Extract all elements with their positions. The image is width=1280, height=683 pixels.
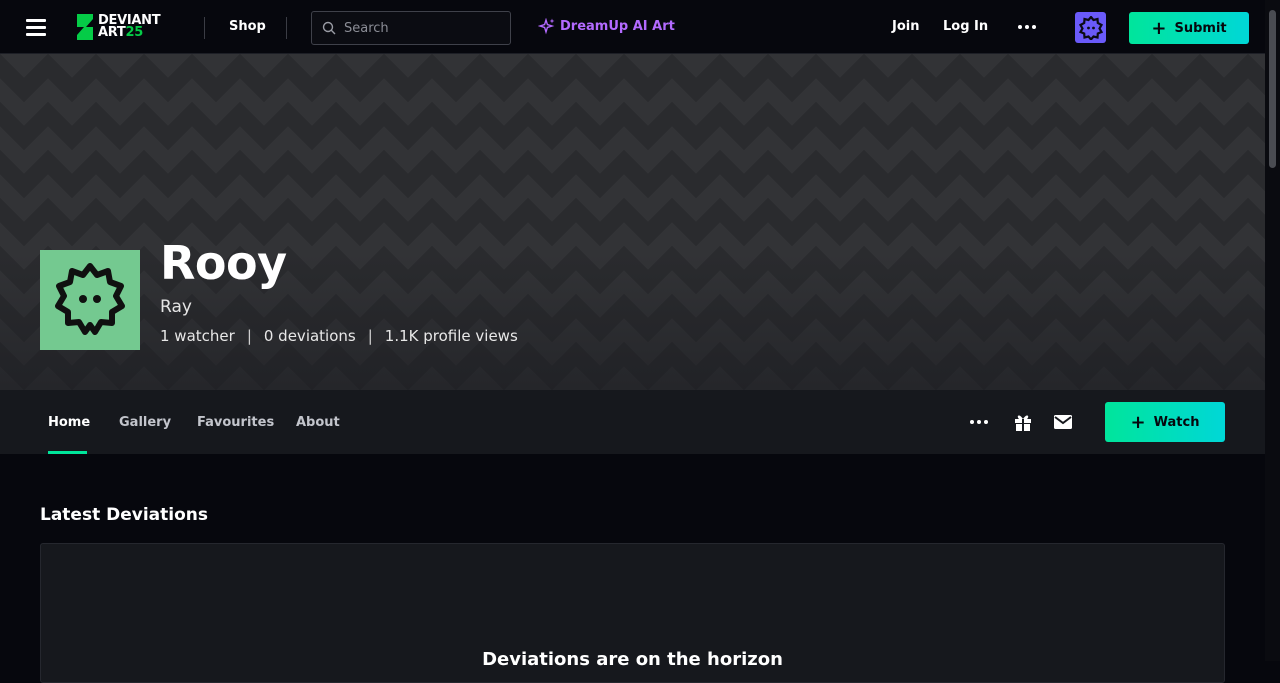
user-avatar[interactable] bbox=[1075, 12, 1106, 43]
logo-wordmark: DEVIANT ART25 bbox=[98, 13, 161, 40]
section-title: Latest Deviations bbox=[40, 505, 208, 525]
profile-view-count: 1.1K profile views bbox=[384, 327, 518, 345]
shop-link[interactable]: Shop bbox=[229, 19, 266, 34]
top-navigation-bar: DEVIANT ART25 Shop DreamUp AI Art Join L… bbox=[0, 0, 1265, 54]
submit-button[interactable]: + Submit bbox=[1129, 12, 1249, 44]
tab-about[interactable]: About bbox=[296, 415, 340, 430]
avatar-face-icon bbox=[55, 263, 125, 335]
submit-label: Submit bbox=[1174, 20, 1227, 36]
search-box[interactable] bbox=[311, 11, 511, 45]
profile-username: Rooy bbox=[160, 236, 287, 290]
more-options-icon[interactable] bbox=[970, 420, 988, 424]
watch-button[interactable]: + Watch bbox=[1105, 402, 1225, 442]
scrollbar-thumb[interactable] bbox=[1269, 10, 1276, 168]
profile-stats: 1 watcher | 0 deviations | 1.1K profile … bbox=[160, 327, 518, 345]
deviation-count: 0 deviations bbox=[263, 327, 356, 345]
mail-icon[interactable] bbox=[1052, 411, 1074, 433]
more-options-icon[interactable] bbox=[1018, 25, 1036, 29]
profile-banner: Rooy Ray 1 watcher | 0 deviations | 1.1K… bbox=[0, 54, 1265, 390]
divider bbox=[204, 17, 205, 39]
empty-state-message: Deviations are on the horizon bbox=[482, 649, 783, 670]
deviantart-logo[interactable]: DEVIANT ART25 bbox=[74, 12, 182, 42]
login-link[interactable]: Log In bbox=[943, 19, 988, 34]
avatar-face-icon bbox=[1078, 15, 1103, 40]
profile-display-name: Ray bbox=[160, 297, 192, 317]
stat-divider: | bbox=[246, 327, 252, 345]
deviantart-mark-icon bbox=[77, 14, 93, 40]
tab-gallery[interactable]: Gallery bbox=[119, 415, 171, 430]
menu-icon[interactable] bbox=[26, 19, 46, 37]
search-input[interactable] bbox=[342, 19, 506, 37]
plus-icon: + bbox=[1130, 411, 1146, 433]
stat-divider: | bbox=[367, 327, 373, 345]
dreamup-link[interactable]: DreamUp AI Art bbox=[538, 18, 675, 35]
join-link[interactable]: Join bbox=[892, 19, 919, 34]
dreamup-label: DreamUp AI Art bbox=[560, 19, 675, 34]
scrollbar[interactable] bbox=[1265, 0, 1280, 661]
tab-home[interactable]: Home bbox=[48, 415, 90, 430]
watcher-count[interactable]: 1 watcher bbox=[160, 327, 235, 345]
search-icon bbox=[322, 21, 336, 35]
gift-icon[interactable] bbox=[1012, 411, 1034, 433]
divider bbox=[286, 17, 287, 39]
profile-tab-bar: Home Gallery Favourites About + Watch bbox=[0, 390, 1265, 454]
sparkle-icon bbox=[538, 18, 555, 35]
tab-favourites[interactable]: Favourites bbox=[197, 415, 274, 430]
plus-icon: + bbox=[1151, 17, 1167, 39]
active-tab-indicator bbox=[48, 451, 87, 454]
latest-deviations-panel: Deviations are on the horizon bbox=[40, 543, 1225, 683]
watch-label: Watch bbox=[1153, 414, 1200, 430]
profile-avatar[interactable] bbox=[40, 250, 140, 350]
